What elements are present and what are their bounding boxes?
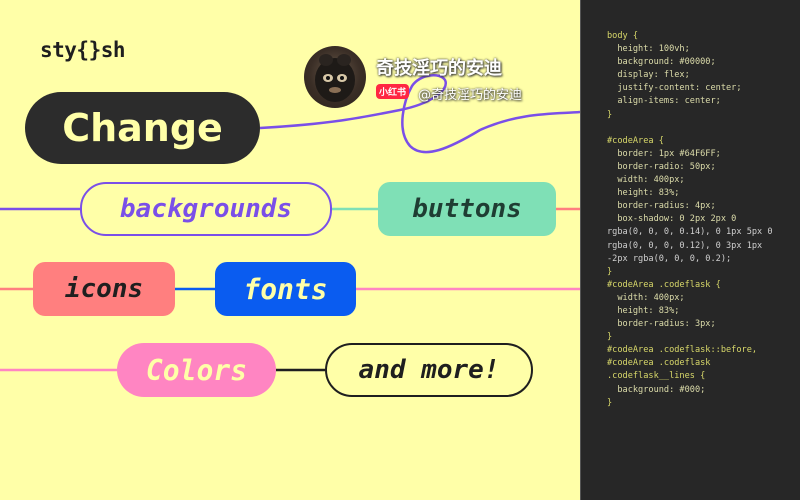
code-line: #codeArea .codeflask { bbox=[607, 279, 721, 290]
watermark-badge: 小红书 bbox=[376, 84, 410, 99]
tag-change: Change bbox=[25, 92, 260, 164]
code-line: #codeArea .codeflask::before, bbox=[607, 345, 758, 356]
code-line: rgba(0, 0, 0, 0.12), 0 3px 1px bbox=[607, 240, 763, 251]
watermark: 奇技淫巧的安迪 小红书 @奇技淫巧的安迪 bbox=[302, 44, 572, 110]
code-editor-panel[interactable]: body { height: 100vh; background: #00000… bbox=[580, 0, 800, 500]
tag-fonts: fonts bbox=[215, 262, 356, 316]
code-line: border-radio: 50px; bbox=[607, 161, 716, 172]
avatar-icon bbox=[315, 54, 355, 102]
code-line: border-radius: 3px; bbox=[607, 319, 716, 330]
code-line: display: flex; bbox=[607, 70, 690, 81]
code-lines: body { height: 100vh; background: #00000… bbox=[581, 0, 800, 410]
code-line: background: #000; bbox=[607, 384, 706, 395]
tag-colors: Colors bbox=[117, 343, 276, 397]
code-line: width: 400px; bbox=[607, 175, 685, 186]
code-line: } bbox=[607, 397, 613, 408]
code-line: box-shadow: 0 2px 2px 0 bbox=[607, 214, 737, 225]
watermark-title: 奇技淫巧的安迪 bbox=[376, 58, 502, 79]
code-line: .codeflask__lines { bbox=[607, 371, 706, 382]
code-line: } bbox=[607, 266, 613, 277]
code-line: -2px rgba(0, 0, 0, 0.2); bbox=[607, 253, 732, 264]
code-line: } bbox=[607, 109, 613, 120]
mind-map-canvas: sty{}sh Change backgrounds buttons icons… bbox=[0, 0, 800, 500]
code-line: width: 400px; bbox=[607, 292, 685, 303]
code-line: #codeArea .codeflask bbox=[607, 358, 711, 369]
code-line: background: #00000; bbox=[607, 57, 716, 68]
code-line: height: 83%; bbox=[607, 188, 680, 199]
code-line: #codeArea { bbox=[607, 135, 664, 146]
tag-buttons: buttons bbox=[378, 182, 556, 236]
code-line: align-items: center; bbox=[607, 96, 721, 107]
code-line: border-radius: 4px; bbox=[607, 201, 716, 212]
tag-backgrounds: backgrounds bbox=[80, 182, 332, 236]
code-line: body { bbox=[607, 31, 639, 41]
tag-and-more: and more! bbox=[325, 343, 533, 397]
stylish-logo: sty{}sh bbox=[40, 38, 126, 62]
code-line: height: 83%; bbox=[607, 305, 680, 316]
code-line: border: 1px #64F6FF; bbox=[607, 148, 721, 159]
code-line: height: 100vh; bbox=[607, 44, 690, 55]
code-line: justify-content: center; bbox=[607, 83, 742, 94]
watermark-handle: @奇技淫巧的安迪 bbox=[418, 88, 523, 103]
tag-icons: icons bbox=[33, 262, 175, 316]
code-line: rgba(0, 0, 0, 0.14), 0 1px 5px 0 bbox=[607, 227, 773, 238]
avatar bbox=[304, 46, 366, 108]
code-line: } bbox=[607, 332, 613, 343]
